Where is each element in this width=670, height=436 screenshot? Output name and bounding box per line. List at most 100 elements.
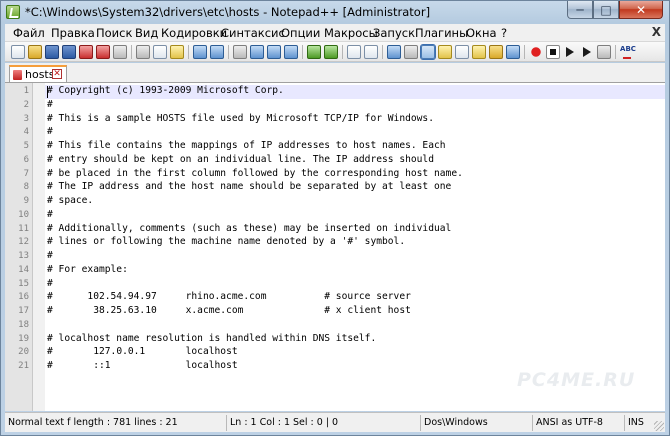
- find-in-files-icon[interactable]: [267, 45, 281, 59]
- code-line: # For example:: [47, 263, 128, 275]
- maximize-icon: □: [600, 2, 612, 17]
- fold-margin[interactable]: [33, 83, 45, 411]
- new-icon[interactable]: [11, 45, 25, 59]
- record-macro-icon[interactable]: [529, 45, 543, 59]
- text-editor[interactable]: 12345678910111213141516171819202122 # Co…: [5, 82, 665, 411]
- code-line: # 102.54.94.97 rhino.acme.com # source s…: [47, 291, 411, 303]
- status-encoding: ANSI as UTF-8: [533, 415, 625, 431]
- find-icon[interactable]: [233, 45, 247, 59]
- toolbar-separator: [342, 45, 343, 59]
- find-next-icon[interactable]: [284, 45, 298, 59]
- menu-macros[interactable]: Макросы: [324, 26, 378, 40]
- print-icon[interactable]: [113, 45, 127, 59]
- line-number: 13: [18, 251, 29, 261]
- minimize-icon: ─: [576, 2, 584, 17]
- menu-view[interactable]: Вид: [135, 26, 158, 40]
- close-all-icon[interactable]: [96, 45, 110, 59]
- doc-map-icon[interactable]: [455, 45, 469, 59]
- tab-hosts[interactable]: hosts ✕: [9, 65, 67, 82]
- stop-macro-icon[interactable]: [546, 45, 560, 59]
- line-number: 16: [18, 292, 29, 303]
- line-number: 7: [23, 168, 29, 179]
- line-number: 18: [18, 319, 29, 330]
- function-list-icon[interactable]: [472, 45, 486, 59]
- tab-label: hosts: [25, 68, 55, 81]
- close-window-button[interactable]: ✕: [619, 1, 663, 19]
- close-icon[interactable]: [79, 45, 93, 59]
- sync-horizontal-icon[interactable]: [364, 45, 378, 59]
- resize-grip[interactable]: [654, 421, 664, 431]
- play-multiple-icon[interactable]: [580, 45, 594, 59]
- menu-syntax[interactable]: Синтаксис: [221, 26, 285, 40]
- code-line: #: [47, 98, 53, 110]
- menu-encoding[interactable]: Кодировки: [161, 26, 227, 40]
- menu-search[interactable]: Поиск: [96, 26, 132, 40]
- code-line: # be placed in the first column followed…: [47, 167, 463, 179]
- toolbar-separator: [228, 45, 229, 59]
- title-bar[interactable]: *C:\Windows\System32\drivers\etc\hosts -…: [1, 1, 669, 23]
- code-line: #: [47, 250, 53, 261]
- menu-edit[interactable]: Правка: [51, 26, 95, 40]
- play-macro-icon[interactable]: [563, 45, 577, 59]
- menu-file[interactable]: Файл: [13, 26, 45, 40]
- all-chars-icon[interactable]: [404, 45, 418, 59]
- sync-vertical-icon[interactable]: [347, 45, 361, 59]
- code-line: #: [47, 208, 53, 220]
- monitor-icon[interactable]: [506, 45, 520, 59]
- notepadpp-window: *C:\Windows\System32\drivers\etc\hosts -…: [0, 0, 670, 436]
- copy-icon[interactable]: [153, 45, 167, 59]
- paste-icon[interactable]: [170, 45, 184, 59]
- tab-bar: hosts ✕: [5, 63, 665, 82]
- zoom-in-icon[interactable]: [307, 45, 321, 59]
- status-position: Ln : 1 Col : 1 Sel : 0 | 0: [227, 415, 421, 431]
- line-number: 4: [23, 127, 29, 138]
- menu-bar: Файл Правка Поиск Вид Кодировки Синтакси…: [5, 24, 665, 42]
- line-number-gutter: 12345678910111213141516171819202122: [5, 83, 33, 411]
- code-line: # Additionally, comments (such as these)…: [47, 222, 452, 234]
- save-all-icon[interactable]: [62, 45, 76, 59]
- indent-guide-icon[interactable]: [420, 44, 436, 60]
- line-number: 15: [18, 278, 29, 289]
- line-number: 11: [18, 223, 29, 234]
- code-line: #: [47, 126, 53, 138]
- folder-workspace-icon[interactable]: [489, 45, 503, 59]
- menu-run[interactable]: Запуск: [373, 26, 415, 40]
- spell-check-icon[interactable]: ABC: [619, 45, 637, 59]
- menu-plugins[interactable]: Плагины: [415, 26, 468, 40]
- zoom-out-icon[interactable]: [324, 45, 338, 59]
- status-eol: Dos\Windows: [421, 415, 533, 431]
- menu-help[interactable]: ?: [501, 26, 507, 40]
- tab-close-icon[interactable]: ✕: [52, 69, 62, 79]
- code-line: # space.: [47, 195, 94, 206]
- cut-icon[interactable]: [136, 45, 150, 59]
- save-icon[interactable]: [45, 45, 59, 59]
- line-number: 19: [18, 333, 29, 344]
- line-number: 2: [23, 99, 29, 110]
- window-title: *C:\Windows\System32\drivers\etc\hosts -…: [25, 5, 431, 19]
- line-number: 9: [23, 196, 29, 206]
- code-line: # ::1 localhost: [47, 360, 238, 371]
- redo-icon[interactable]: [210, 45, 224, 59]
- close-document-icon[interactable]: X: [652, 25, 661, 39]
- menu-windows[interactable]: Окна: [466, 26, 497, 40]
- open-icon[interactable]: [28, 45, 42, 59]
- maximize-button[interactable]: □: [593, 1, 619, 19]
- toolbar-separator: [382, 45, 383, 59]
- line-number: 17: [18, 306, 29, 316]
- user-lang-icon[interactable]: [438, 45, 452, 59]
- notepadpp-app-icon[interactable]: [6, 5, 20, 19]
- undo-icon[interactable]: [193, 45, 207, 59]
- minimize-button[interactable]: ─: [567, 1, 593, 19]
- replace-icon[interactable]: [250, 45, 264, 59]
- save-macro-icon[interactable]: [597, 45, 611, 59]
- menu-options[interactable]: Опции: [281, 26, 320, 40]
- line-number: 14: [18, 264, 29, 275]
- code-line: # 38.25.63.10 x.acme.com # x client host: [47, 305, 411, 316]
- code-line: # The IP address and the host name shoul…: [47, 181, 452, 193]
- toolbar-separator: [302, 45, 303, 59]
- line-number: 8: [23, 182, 29, 193]
- code-line: # This file contains the mappings of IP …: [47, 140, 446, 151]
- line-number: 3: [23, 113, 29, 124]
- word-wrap-icon[interactable]: [387, 45, 401, 59]
- code-line: # This is a sample HOSTS file used by Mi…: [47, 112, 434, 124]
